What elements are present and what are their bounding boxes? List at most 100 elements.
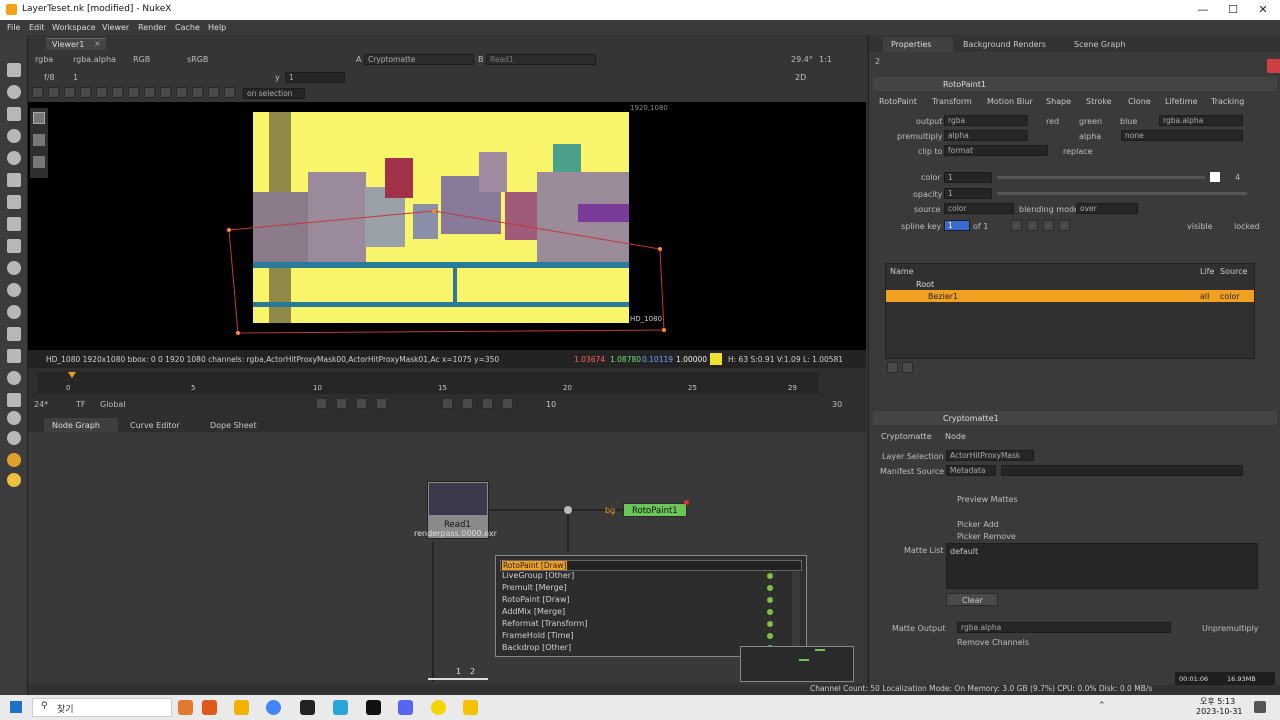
kakaotalk-icon[interactable] [431, 700, 446, 715]
last-frame-button[interactable] [502, 398, 513, 409]
chrome-icon[interactable] [266, 700, 281, 715]
remove-layer-button[interactable] [902, 362, 913, 373]
key-nav-icon[interactable] [1059, 220, 1070, 231]
tab-cryptomatte[interactable]: Cryptomatte [881, 432, 932, 441]
other-icon[interactable] [7, 371, 21, 385]
step-value[interactable]: 10 [546, 400, 556, 409]
epic-games-icon[interactable] [366, 700, 381, 715]
sticky-notes-icon[interactable] [463, 700, 478, 715]
tab-transform[interactable]: Transform [932, 97, 972, 106]
clock-time[interactable]: 오후 5:13 [1200, 696, 1235, 707]
source-select[interactable]: color [944, 203, 1014, 214]
discord-icon[interactable] [398, 700, 413, 715]
tab-motion-blur[interactable]: Motion Blur [987, 97, 1033, 106]
output-select[interactable]: rgba [944, 115, 1028, 126]
clear-panels-icon[interactable] [1267, 59, 1280, 73]
roto-node[interactable]: RotoPaint1 [623, 503, 687, 517]
key-nav-icon[interactable] [1011, 220, 1022, 231]
play-back-button[interactable] [376, 398, 387, 409]
tab-clone[interactable]: Clone [1128, 97, 1151, 106]
tab-curve-editor[interactable]: Curve Editor [130, 421, 180, 430]
matte-list-field[interactable]: default [946, 543, 1258, 589]
scope-select[interactable]: Global [100, 400, 126, 409]
windows-start-icon[interactable] [10, 701, 22, 713]
opacity-field[interactable]: 1 [944, 188, 992, 199]
preview-mattes-checkbox[interactable]: Preview Mattes [957, 495, 1018, 504]
result-item[interactable]: RotoPaint [Draw] [502, 595, 570, 604]
opacity-slider[interactable] [997, 192, 1247, 195]
fps-select[interactable]: 24* [34, 400, 48, 409]
tab-properties[interactable]: Properties [883, 37, 953, 52]
key-nav-icon[interactable] [1043, 220, 1054, 231]
result-item[interactable]: FrameHold [Time] [502, 631, 574, 640]
premultiply-select[interactable]: alpha [944, 130, 1028, 141]
locked-checkbox[interactable]: locked [1234, 222, 1260, 231]
file-explorer-icon[interactable] [234, 700, 249, 715]
picker-remove-checkbox[interactable]: Picker Remove [957, 532, 1016, 541]
playhead-marker[interactable] [68, 372, 76, 378]
tab-lifetime[interactable]: Lifetime [1165, 97, 1198, 106]
notification-icon[interactable] [1254, 701, 1266, 713]
airenderer-icon[interactable] [7, 411, 21, 425]
close-button[interactable]: ✕ [1248, 2, 1278, 18]
result-item[interactable]: LiveGroup [Other] [502, 571, 574, 580]
timeline[interactable]: 0 5 10 15 20 25 29 24* TF Global 10 30 [28, 368, 866, 416]
clipto-select[interactable]: format [944, 145, 1048, 156]
cryptomatte-icon[interactable] [7, 453, 21, 467]
color-channel-count[interactable]: 4 [1235, 173, 1240, 182]
result-item[interactable]: Reformat [Transform] [502, 619, 587, 628]
spline-key-field[interactable]: 1 [944, 220, 970, 231]
manifest-source-select[interactable]: Metadata [946, 465, 996, 476]
color-field[interactable]: 1 [944, 172, 992, 183]
blue-checkbox[interactable]: blue [1120, 117, 1137, 126]
premult-alpha-checkbox[interactable]: alpha [1079, 132, 1101, 141]
layer-row-root[interactable]: Root [886, 278, 1254, 290]
remove-channels-checkbox[interactable]: Remove Channels [957, 638, 1029, 647]
tab-rotopaint[interactable]: RotoPaint [879, 97, 917, 106]
furnace-icon[interactable] [7, 393, 21, 407]
roto-spline-overlay[interactable] [0, 0, 866, 360]
tf-select[interactable]: TF [76, 400, 86, 409]
minimize-button[interactable]: — [1188, 2, 1218, 18]
output-alpha-select[interactable]: rgba.alpha [1159, 115, 1243, 126]
next-frame-button[interactable] [462, 398, 473, 409]
layer-row-bezier[interactable]: Bezier1 all color [886, 290, 1254, 302]
timeline-ruler[interactable]: 0 5 10 15 20 25 29 [38, 372, 818, 394]
replace-checkbox[interactable]: replace [1063, 147, 1093, 156]
node-name[interactable]: RotoPaint1 [943, 80, 986, 89]
clock-date[interactable]: 2023-10-31 [1196, 707, 1243, 716]
visible-checkbox[interactable]: visible [1187, 222, 1213, 231]
node-name[interactable]: Cryptomatte1 [943, 414, 999, 423]
tab-background-renders[interactable]: Background Renders [963, 40, 1046, 49]
system-tray-icons[interactable]: ⌃ [1098, 701, 1106, 711]
blending-mode-select[interactable]: over [1076, 203, 1138, 214]
clear-button[interactable]: Clear [946, 593, 998, 606]
manifest-path-field[interactable] [1001, 465, 1243, 476]
layer-selection-select[interactable]: ActorHitProxyMask [946, 450, 1034, 461]
result-item[interactable]: Backdrop [Other] [502, 643, 571, 652]
color-slider[interactable] [997, 176, 1205, 179]
tab-shape[interactable]: Shape [1046, 97, 1071, 106]
end-frame[interactable]: 30 [832, 400, 842, 409]
cara-vr-icon[interactable] [7, 431, 21, 445]
prev-key-button[interactable] [336, 398, 347, 409]
add-layer-button[interactable] [887, 362, 898, 373]
premult-none-select[interactable]: none [1121, 130, 1243, 141]
key-nav-icon[interactable] [1027, 220, 1038, 231]
taskbar-search[interactable]: ⚲ 찾기 [32, 698, 172, 717]
red-checkbox[interactable]: red [1046, 117, 1059, 126]
tab-tracking[interactable]: Tracking [1211, 97, 1244, 106]
max-panels-field[interactable]: 2 [875, 57, 880, 66]
app-icon[interactable] [333, 700, 348, 715]
tab-dope-sheet[interactable]: Dope Sheet [210, 421, 257, 430]
node-search-input[interactable]: RotoPaint [Draw] [500, 560, 802, 571]
result-item[interactable]: Premult [Merge] [502, 583, 567, 592]
prev-frame-button[interactable] [356, 398, 367, 409]
play-button[interactable] [442, 398, 453, 409]
unpremultiply-checkbox[interactable]: Unpremultiply [1202, 624, 1259, 633]
color-swatch[interactable] [1210, 172, 1220, 182]
tab-node[interactable]: Node [945, 432, 966, 441]
maximize-button[interactable]: ☐ [1218, 2, 1248, 18]
tab-scene-graph[interactable]: Scene Graph [1074, 40, 1125, 49]
tab-stroke[interactable]: Stroke [1086, 97, 1112, 106]
